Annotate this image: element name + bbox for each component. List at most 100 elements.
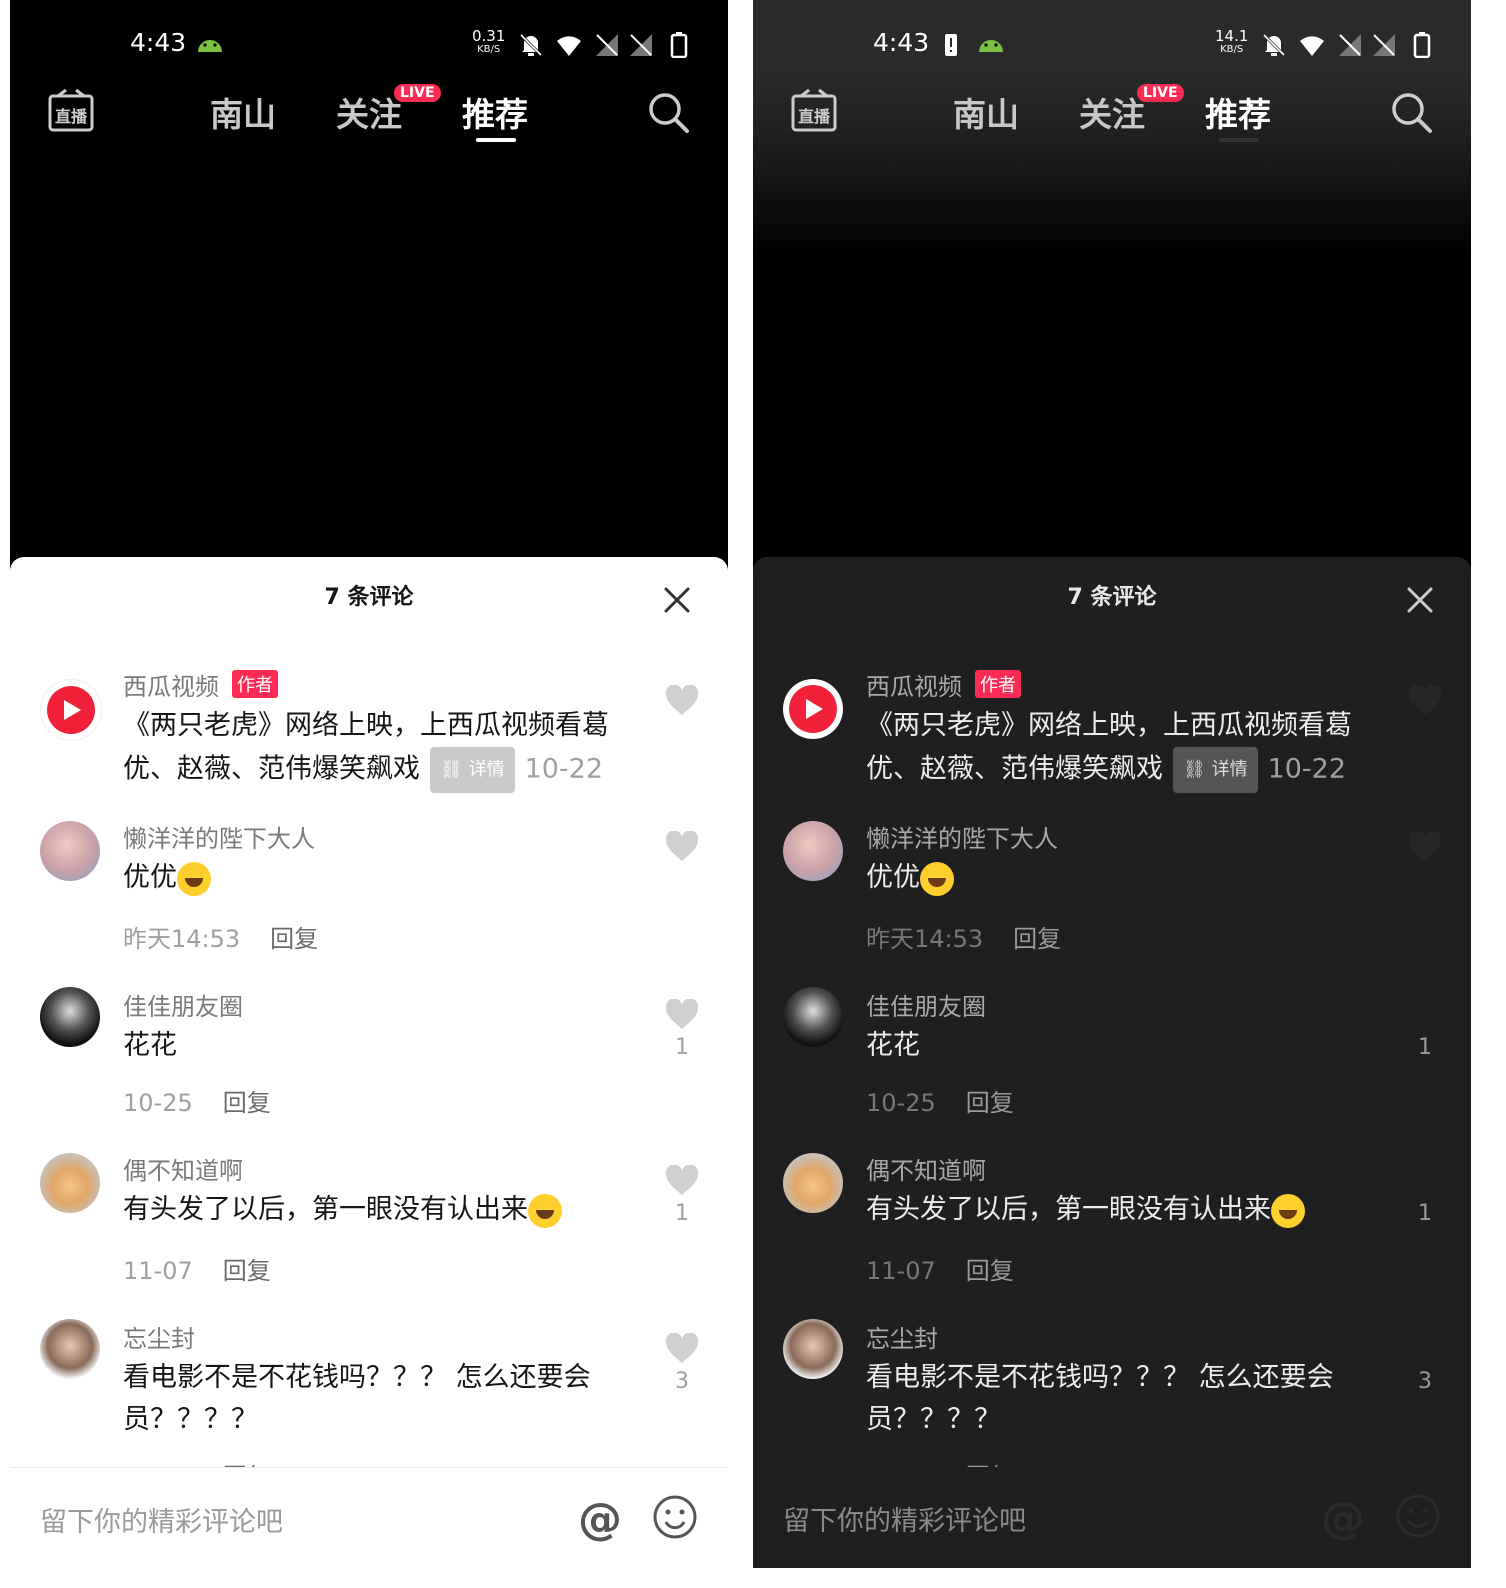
wifi-icon [1300,36,1324,56]
bell-off-icon [1262,33,1286,57]
heart-icon[interactable] [1408,831,1442,863]
active-tab-indicator [476,138,516,142]
signal-off-icon [1373,34,1395,56]
username[interactable]: 佳佳朋友圈 [866,987,986,1022]
comment-list[interactable]: 7 条评论 西瓜视频 作者 《两只老虎》网络上映，上西瓜视频看葛 优、赵薇、范伟… [10,557,728,1467]
top-navigation: 直播 南山 关注 LIVE 推荐 [10,68,728,158]
comment-list[interactable]: 7 条评论 西瓜视频 作者 《两只老虎》网络上映，上西瓜视频看葛 优、赵薇、范伟… [753,557,1471,1467]
avatar[interactable] [40,1153,100,1213]
phone-dark-mode: 4:43 14.1 KB/S 直播 南山 关注 LIVE 推荐 7 条评论 西瓜视… [753,0,1471,1568]
username[interactable]: 忘尘封 [866,1319,938,1354]
username[interactable]: 偶不知道啊 [866,1151,986,1186]
detail-link[interactable]: ⛓ 详情 [1173,747,1258,793]
video-player[interactable] [753,158,1471,558]
comment-count-title: 7 条评论 [1067,585,1157,610]
heart-icon[interactable] [665,1165,699,1197]
wifi-icon [557,36,581,56]
comment-text: 《两只老虎》网络上映，上西瓜视频看葛 优、赵薇、范伟爆笑飙戏 ⛓ 详情 10-22 [866,705,1352,793]
username[interactable]: 忘尘封 [123,1319,195,1354]
avatar[interactable] [40,1319,100,1379]
avatar[interactable] [40,987,100,1047]
tab-nanshan[interactable]: 南山 [210,88,276,136]
comment-text: 《两只老虎》网络上映，上西瓜视频看葛 优、赵薇、范伟爆笑飙戏 ⛓ 详情 10-22 [123,705,609,793]
heart-icon[interactable] [665,685,699,717]
reply-button[interactable]: 回复 [223,1089,271,1117]
search-icon[interactable] [1389,90,1433,134]
comment-text: 优优 [123,857,211,899]
reply-button[interactable]: 回复 [1013,925,1061,953]
reply-button[interactable]: 回复 [270,925,318,953]
tab-nanshan[interactable]: 南山 [953,88,1019,136]
username[interactable]: 佳佳朋友圈 [123,987,243,1022]
heart-icon[interactable] [1408,685,1442,717]
avatar[interactable] [783,821,843,881]
tab-following[interactable]: 关注 [336,88,402,136]
like-count: 1 [675,1035,689,1060]
live-badge: LIVE [394,84,441,102]
username[interactable]: 西瓜视频 [866,667,962,702]
close-icon[interactable] [1405,585,1435,615]
tab-recommend[interactable]: 推荐 [462,88,528,136]
comment-input[interactable]: 留下你的精彩评论吧 [40,1500,283,1539]
close-icon[interactable] [662,585,692,615]
like-count: 1 [675,1201,689,1226]
comment-input-bar: 留下你的精彩评论吧 @ [753,1467,1471,1568]
username[interactable]: 懒洋洋的陛下大人 [123,819,315,854]
heart-icon[interactable] [665,1333,699,1365]
laughing-emoji-icon [920,861,954,896]
video-player[interactable] [10,158,728,558]
tab-following[interactable]: 关注 [1079,88,1145,136]
laughing-emoji-icon [177,861,211,896]
like-count: 1 [1418,1035,1432,1060]
laughing-emoji-icon [1271,1193,1305,1228]
emoji-picker-icon[interactable] [652,1494,698,1540]
heart-icon[interactable] [665,999,699,1031]
author-badge: 作者 [232,670,278,698]
at-mention-icon[interactable]: @ [1321,1493,1365,1544]
username[interactable]: 懒洋洋的陛下大人 [866,819,1058,854]
comment-meta: 11-07回复 [866,1257,1014,1285]
reply-button[interactable]: 回复 [223,1257,271,1285]
live-tv-icon[interactable]: 直播 [791,86,837,134]
username[interactable]: 偶不知道啊 [123,1151,243,1186]
bell-off-icon [519,33,543,57]
net-speed: 14.1 KB/S [1215,27,1249,56]
comment-meta: 昨天14:53 回复 [123,925,319,953]
live-tv-icon[interactable]: 直播 [48,86,94,134]
reply-button[interactable]: 回复 [966,1089,1014,1117]
top-navigation: 直播 南山 关注 LIVE 推荐 [753,68,1471,158]
reply-button[interactable]: 回复 [966,1257,1014,1285]
avatar[interactable] [783,679,843,739]
comment-meta: 11-07回复 [866,1457,1014,1467]
live-badge: LIVE [1137,84,1184,102]
search-icon[interactable] [646,90,690,134]
status-time: 4:43 [873,28,930,57]
at-mention-icon[interactable]: @ [578,1494,622,1545]
svg-text:直播: 直播 [798,107,831,126]
avatar[interactable] [783,987,843,1047]
tab-recommend[interactable]: 推荐 [1205,88,1271,136]
avatar[interactable] [40,679,102,741]
comment-input-bar: 留下你的精彩评论吧 @ [10,1467,728,1568]
signal-off-icon [596,34,618,56]
emoji-picker-icon[interactable] [1395,1493,1441,1539]
comment-count-title: 7 条评论 [324,585,414,610]
comment-text: 看电影不是不花钱吗？？？ 怎么还要会 员？？？？ [123,1362,591,1435]
comment-meta: 昨天14:53 回复 [866,925,1062,953]
battery-icon [670,32,688,58]
battery-icon [1413,32,1431,58]
detail-link[interactable]: ⛓ 详情 [430,747,515,793]
signal-off-icon [1339,34,1361,56]
avatar[interactable] [783,1319,843,1379]
comment-text: 有头发了以后，第一眼没有认出来 [866,1189,1305,1231]
alert-icon [945,34,957,56]
comment-text: 有头发了以后，第一眼没有认出来 [123,1189,562,1231]
avatar[interactable] [783,1153,843,1213]
username[interactable]: 西瓜视频 [123,667,219,702]
phone-light-mode: 4:43 0.31 KB/S 直播 南山 关注 LIVE 推荐 7 条评论 西瓜视… [10,0,728,1568]
android-icon [198,40,222,52]
comment-input[interactable]: 留下你的精彩评论吧 [783,1499,1026,1538]
avatar[interactable] [40,821,100,881]
like-count: 3 [1418,1369,1432,1394]
heart-icon[interactable] [665,831,699,863]
